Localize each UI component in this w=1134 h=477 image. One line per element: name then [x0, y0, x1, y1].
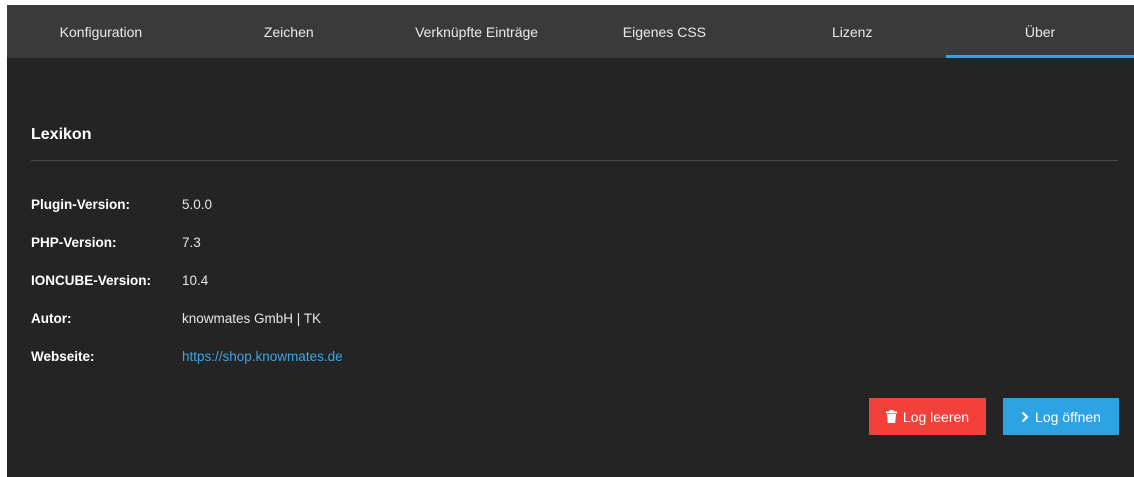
info-row-php-version: PHP-Version: 7.3 [31, 223, 343, 261]
about-content: Lexikon Plugin-Version: 5.0.0 PHP-Versio… [7, 58, 1134, 375]
website-label: Webseite: [31, 348, 95, 364]
ioncube-version-value: 10.4 [182, 272, 209, 288]
php-version-value: 7.3 [182, 234, 201, 250]
author-label: Autor: [31, 310, 72, 326]
tab-eigenes-css[interactable]: Eigenes CSS [570, 5, 758, 58]
open-log-label: Log öffnen [1035, 408, 1101, 425]
chevron-right-icon [1021, 411, 1029, 423]
php-version-label: PHP-Version: [31, 234, 117, 250]
log-actions: Log leeren Log öffnen [869, 398, 1119, 435]
plugin-settings-panel: Konfiguration Zeichen Verknüpfte Einträg… [7, 5, 1134, 477]
clear-log-button[interactable]: Log leeren [869, 398, 986, 435]
info-row-website: Webseite: https://shop.knowmates.de [31, 337, 343, 375]
tab-verknuepfte-eintraege[interactable]: Verknüpfte Einträge [383, 5, 571, 58]
open-log-button[interactable]: Log öffnen [1003, 398, 1119, 435]
plugin-info-table: Plugin-Version: 5.0.0 PHP-Version: 7.3 I… [31, 185, 343, 375]
section-title: Lexikon [31, 126, 1118, 161]
tab-zeichen[interactable]: Zeichen [195, 5, 383, 58]
plugin-version-value: 5.0.0 [182, 196, 213, 212]
info-row-plugin-version: Plugin-Version: 5.0.0 [31, 185, 343, 223]
author-value: knowmates GmbH | TK [182, 310, 322, 326]
ioncube-version-label: IONCUBE-Version: [31, 272, 152, 288]
tab-ueber[interactable]: Über [946, 5, 1134, 58]
clear-log-label: Log leeren [902, 408, 970, 425]
info-row-ioncube-version: IONCUBE-Version: 10.4 [31, 261, 343, 299]
tab-konfiguration[interactable]: Konfiguration [7, 5, 195, 58]
trash-icon [885, 410, 897, 423]
plugin-version-label: Plugin-Version: [31, 196, 131, 212]
tab-lizenz[interactable]: Lizenz [758, 5, 946, 58]
website-cell: https://shop.knowmates.de [182, 337, 343, 375]
website-link[interactable]: https://shop.knowmates.de [182, 349, 343, 364]
info-row-author: Autor: knowmates GmbH | TK [31, 299, 343, 337]
tab-bar: Konfiguration Zeichen Verknüpfte Einträg… [7, 5, 1134, 58]
